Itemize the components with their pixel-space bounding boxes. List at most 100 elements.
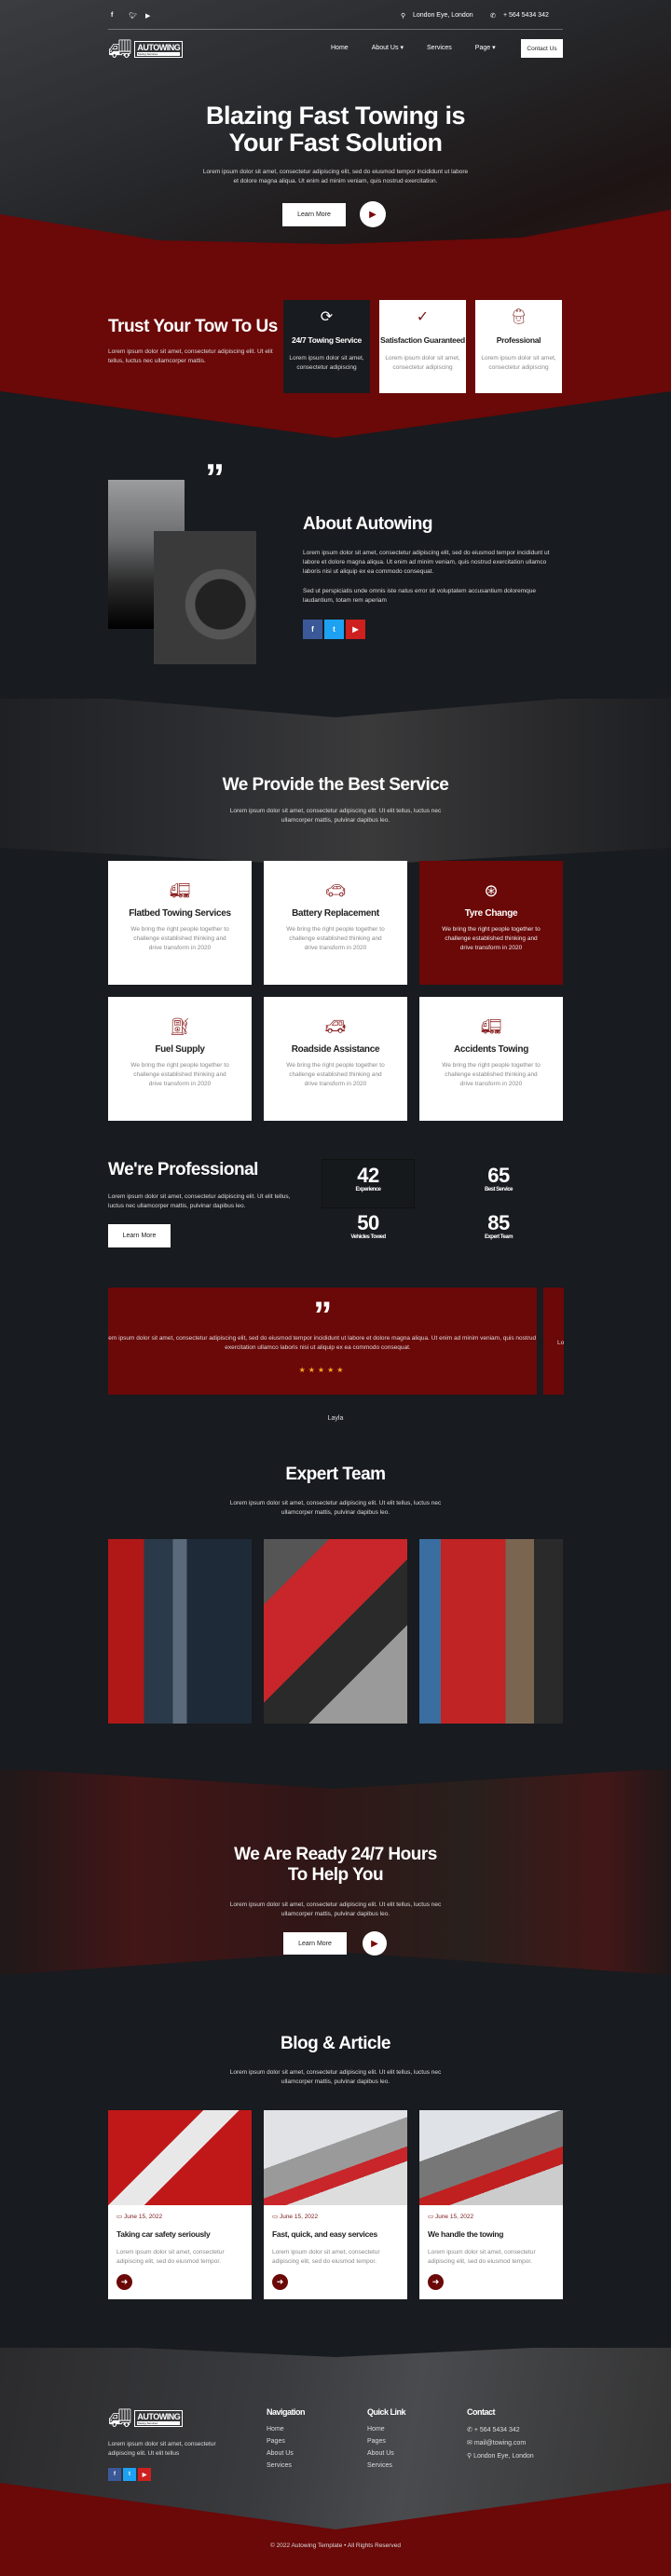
logo[interactable]: 🚚︎ AUTOWING Towing Services (108, 37, 184, 61)
footer-quick-link[interactable]: Home (367, 2426, 405, 2433)
stat-value: 42 (357, 1164, 379, 1187)
service-card[interactable]: ⊛ Tyre Change We bring the right people … (419, 861, 563, 985)
twitter-icon[interactable]: t (324, 620, 344, 639)
services-text: Lorem ipsum dolor sit amet, consectetur … (229, 808, 442, 824)
topbar-location: London Eye, London (413, 12, 473, 19)
nav-page[interactable]: Page ▾ (475, 44, 496, 51)
services-title: We Provide the Best Service (222, 775, 449, 795)
footer-nav-link[interactable]: Home (267, 2426, 305, 2433)
facebook-icon[interactable]: f (303, 620, 322, 639)
pro-learn-more-button[interactable]: Learn More (108, 1224, 171, 1247)
twitter-icon[interactable]: 🐦︎ (129, 12, 137, 20)
blog-title[interactable]: Fast, quick, and easy services (272, 2229, 399, 2239)
blog-text: Lorem ipsum dolor sit amet, consectetur … (229, 2069, 442, 2085)
footer-contact: Contact ✆ + 564 5434 342 ✉ mail@towing.c… (467, 2407, 534, 2465)
team-member-photo-3[interactable] (419, 1539, 563, 1724)
blog-card[interactable]: ▭ June 15, 2022 We handle the towing Lor… (419, 2110, 563, 2299)
stat-label: Vehicles Towed (350, 1234, 386, 1240)
youtube-icon[interactable]: ▶ (145, 12, 150, 20)
service-card-title: Roadside Assistance (291, 1044, 380, 1055)
blog-title[interactable]: Taking car safety seriously (116, 2229, 243, 2239)
footer-quick-link[interactable]: Services (367, 2462, 405, 2469)
chevron-down-icon: ▾ (400, 45, 404, 51)
service-card[interactable]: 🚗︎ Battery Replacement We bring the righ… (264, 861, 407, 985)
hero-title-line2: Your Fast Solution (228, 129, 444, 157)
service-card[interactable]: ⛽︎ Fuel Supply We bring the right people… (108, 997, 252, 1121)
blog-date: June 15, 2022 (434, 2214, 474, 2220)
testimonial-card-next[interactable]: Lo (543, 1288, 564, 1395)
facebook-icon[interactable]: f (111, 12, 113, 19)
trust-card-title: Satisfaction Guaranteed (380, 335, 465, 345)
tyre-icon: ⊛ (484, 881, 499, 900)
phone-icon: ✆ (490, 13, 496, 20)
blog-image[interactable] (419, 2110, 563, 2205)
stat-item: 50 Vehicles Towed (322, 1212, 415, 1241)
fuel-pump-icon: ⛽︎ (169, 1017, 191, 1036)
hero-play-button[interactable]: ▶ (360, 201, 386, 227)
testimonial-text: Lorem ipsum dolor sit amet, consectetur … (108, 1335, 537, 1351)
service-card[interactable]: 🚙︎ Roadside Assistance We bring the righ… (264, 997, 407, 1121)
arrow-right-icon[interactable]: ➜ (116, 2274, 132, 2290)
youtube-icon[interactable]: ▶ (346, 620, 365, 639)
check-badge-icon: ✓ (416, 309, 430, 325)
footer-quick-title: Quick Link (367, 2407, 406, 2417)
team-member-photo-1[interactable] (108, 1539, 252, 1724)
footer-address-text: London Eye, London (473, 2453, 534, 2460)
footer-quick-links: Quick Link Home Pages About Us Services (367, 2407, 406, 2474)
nav-page-label[interactable]: Page (475, 45, 490, 51)
twitter-icon[interactable]: t (123, 2468, 136, 2481)
footer-quick-link[interactable]: Pages (367, 2438, 405, 2445)
facebook-icon[interactable]: f (108, 2468, 121, 2481)
blog-card[interactable]: ▭ June 15, 2022 Fast, quick, and easy se… (264, 2110, 407, 2299)
hero-title-line1: Blazing Fast Towing is (205, 102, 466, 129)
footer-email-text: mail@towing.com (473, 2440, 527, 2447)
nav-about-label[interactable]: About Us (372, 45, 399, 51)
stat-label: Experience (355, 1187, 381, 1193)
blog-image[interactable] (264, 2110, 407, 2205)
footer-text: Lorem ipsum dolor sit amet, consectetur … (108, 2441, 216, 2457)
trust-card: 👷︎ Professional Lorem ipsum dolor sit am… (475, 300, 562, 393)
trust-card: ✓ Satisfaction Guaranteed Lorem ipsum do… (379, 300, 466, 393)
footer-phone-text: + 564 5434 342 (473, 2427, 520, 2433)
star-rating: ★★★★★ (298, 1366, 347, 1374)
truck-logo-icon: 🚚︎ (108, 2408, 132, 2429)
footer-quick-link[interactable]: About Us (367, 2450, 405, 2457)
blog-card[interactable]: ▭ June 15, 2022 Taking car safety seriou… (108, 2110, 252, 2299)
stat-label: Expert Team (484, 1234, 514, 1240)
nav-about[interactable]: About Us ▾ (372, 44, 404, 51)
footer-phone[interactable]: ✆ + 564 5434 342 (467, 2426, 534, 2433)
blog-date: June 15, 2022 (279, 2214, 319, 2220)
footer-nav-link[interactable]: About Us (267, 2450, 305, 2457)
pro-text: Lorem ipsum dolor sit amet, consectetur … (108, 1193, 291, 1209)
footer-navigation: Navigation Home Pages About Us Services (267, 2407, 306, 2474)
service-card-title: Accidents Towing (453, 1044, 529, 1055)
nav-services[interactable]: Services (427, 45, 452, 51)
team-member-photo-2[interactable] (264, 1539, 407, 1724)
car-jack-icon: 🚙︎ (324, 1017, 347, 1036)
youtube-icon[interactable]: ▶ (138, 2468, 151, 2481)
footer-logo[interactable]: 🚚︎ AUTOWING Towing Services (108, 2406, 184, 2430)
footer-nav-link[interactable]: Pages (267, 2438, 305, 2445)
footer-logo-name: AUTOWING (137, 2411, 181, 2421)
tow-truck-icon: 🚛︎ (480, 1017, 502, 1036)
arrow-right-icon[interactable]: ➜ (272, 2274, 288, 2290)
stat-value: 65 (487, 1164, 510, 1187)
footer-email[interactable]: ✉ mail@towing.com (467, 2439, 534, 2447)
nav-home[interactable]: Home (331, 45, 349, 51)
cta-learn-more-button[interactable]: Learn More (283, 1932, 347, 1955)
contact-us-button[interactable]: Contact Us (521, 39, 563, 58)
service-card-text: We bring the right people together to ch… (130, 1062, 229, 1087)
footer-nav-link[interactable]: Services (267, 2462, 305, 2469)
hero-learn-more-button[interactable]: Learn More (282, 203, 346, 226)
blog-title[interactable]: We handle the towing (428, 2229, 555, 2239)
service-card[interactable]: 🚛︎ Flatbed Towing Services We bring the … (108, 861, 252, 985)
blog-image[interactable] (108, 2110, 252, 2205)
trust-card-title: Professional (496, 335, 541, 345)
about-paragraph-1: Lorem ipsum dolor sit amet, consectetur … (303, 550, 550, 575)
service-card[interactable]: 🚛︎ Accidents Towing We bring the right p… (419, 997, 563, 1121)
arrow-right-icon[interactable]: ➜ (428, 2274, 444, 2290)
blog-date: June 15, 2022 (123, 2214, 163, 2220)
cta-play-button[interactable]: ▶ (363, 1931, 387, 1956)
quote-icon: ” (205, 456, 225, 499)
topbar-phone[interactable]: + 564 5434 342 (503, 12, 549, 19)
